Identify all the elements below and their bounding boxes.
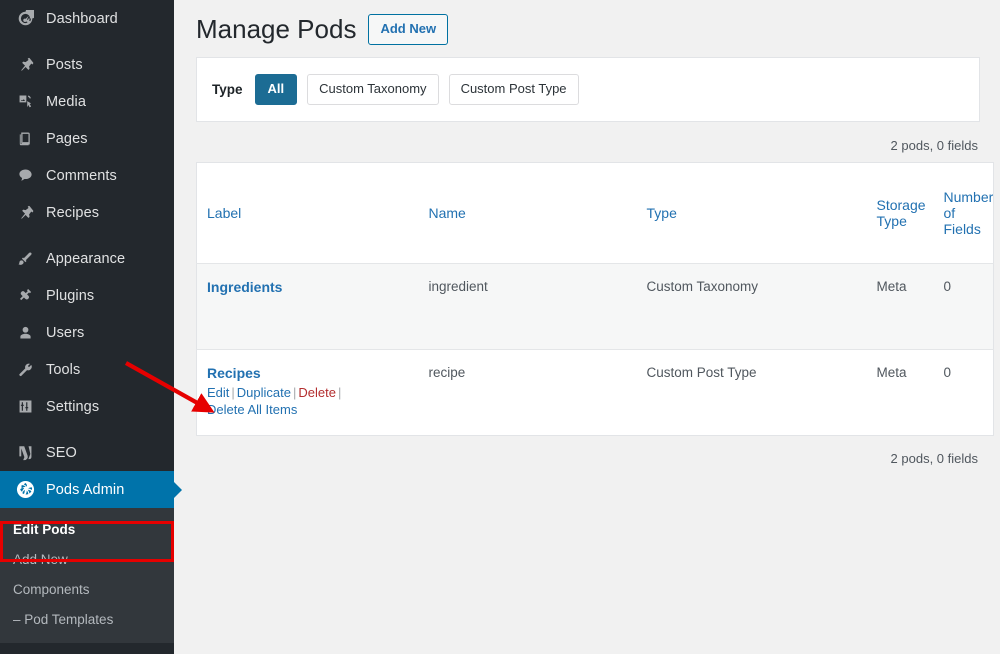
row-action-edit[interactable]: Edit <box>207 385 229 400</box>
sidebar-item-dashboard[interactable]: Dashboard <box>0 0 174 37</box>
type-filter-custom-post-type[interactable]: Custom Post Type <box>448 74 579 106</box>
column-header-number-of-fields[interactable]: Number of Fields <box>933 162 994 265</box>
cell-storage-type: Meta <box>876 365 907 381</box>
sidebar-item-label: Dashboard <box>46 10 118 27</box>
main-content: Manage Pods Add New Type All Custom Taxon… <box>174 0 1000 654</box>
cell-label: Ingredients <box>196 263 419 351</box>
dashboard-icon <box>13 9 37 29</box>
pod-label-link[interactable]: Ingredients <box>207 279 409 295</box>
type-filter-bar: Type All Custom Taxonomy Custom Post Type <box>196 57 980 123</box>
pods-count-bottom: 2 pods, 0 fields <box>890 451 978 467</box>
sidebar-item-label: Pages <box>46 130 88 147</box>
sidebar-item-label: Settings <box>46 398 100 415</box>
sidebar-item-settings[interactable]: Settings <box>0 388 174 425</box>
pod-label-link[interactable]: Recipes <box>207 365 409 381</box>
cell-number-of-fields: 0 <box>933 263 994 351</box>
menu-separator <box>0 37 174 46</box>
sidebar-item-tools[interactable]: Tools <box>0 351 174 388</box>
submenu-item-components[interactable]: Components <box>0 575 174 605</box>
pin-icon <box>13 55 37 75</box>
column-header-name[interactable]: Name <box>418 162 637 265</box>
user-icon <box>13 323 37 343</box>
type-filter-all[interactable]: All <box>254 74 298 106</box>
pin-icon <box>13 203 37 223</box>
cell-type: Custom Post Type <box>646 365 757 381</box>
sidebar-item-label: Plugins <box>46 287 95 304</box>
pods-table: Label Name Type Storage Type Number of F… <box>196 162 994 437</box>
cell-label: Recipes Edit | Duplicate | Delete | Delete All … <box>197 350 419 436</box>
sidebar-item-label: Media <box>46 93 86 110</box>
admin-sidebar: Dashboard Posts Media Pages Comments Recipes A… <box>0 0 182 654</box>
sidebar-item-label: Posts <box>46 56 83 73</box>
sidebar-item-plugins[interactable]: Plugins <box>0 277 174 314</box>
row-action-duplicate[interactable]: Duplicate <box>237 385 291 400</box>
cell-number-of-fields: 0 <box>943 365 952 381</box>
pods-logo-icon <box>13 480 37 500</box>
cell-name: ingredient <box>418 263 637 351</box>
sidebar-item-label: Recipes <box>46 204 100 221</box>
table-row: Recipes Edit | Duplicate | Delete | Delete All … <box>197 350 994 436</box>
column-header-type[interactable]: Type <box>636 162 867 265</box>
action-separator: | <box>231 385 235 401</box>
submenu-item-edit-pods[interactable]: Edit Pods <box>0 515 174 545</box>
sidebar-item-media[interactable]: Media <box>0 83 174 120</box>
comment-icon <box>13 166 37 186</box>
sidebar-item-label: Appearance <box>46 250 126 267</box>
column-header-storage-type[interactable]: Storage Type <box>866 162 934 265</box>
type-filter-label: Type <box>212 82 243 98</box>
sidebar-item-pods-admin[interactable]: Pods Admin <box>0 471 182 508</box>
sidebar-item-label: Users <box>46 324 85 341</box>
add-new-button[interactable]: Add New <box>368 13 449 46</box>
menu-separator <box>0 425 174 434</box>
pods-admin-submenu: Edit Pods Add New Components – Pod Template… <box>0 508 174 643</box>
cell-type: Custom Taxonomy <box>636 263 867 351</box>
row-action-delete-all-items[interactable]: Delete All Items <box>207 402 297 417</box>
plugin-icon <box>13 286 37 306</box>
media-icon <box>13 92 37 112</box>
cell-storage-type: Meta <box>866 263 934 351</box>
sidebar-item-label: Comments <box>46 167 117 184</box>
cell-name: recipe <box>428 365 466 381</box>
sidebar-item-recipes[interactable]: Recipes <box>0 194 174 231</box>
submenu-item-add-new[interactable]: Add New <box>0 545 174 575</box>
wrench-icon <box>13 360 37 380</box>
row-action-delete[interactable]: Delete <box>298 385 336 400</box>
sidebar-item-label: Pods Admin <box>46 481 125 498</box>
sidebar-item-label: Tools <box>46 361 81 378</box>
sidebar-item-comments[interactable]: Comments <box>0 157 174 194</box>
yoast-icon <box>13 443 37 463</box>
sidebar-item-posts[interactable]: Posts <box>0 46 174 83</box>
sidebar-item-label: SEO <box>46 444 77 461</box>
page-title: Manage Pods <box>196 13 357 44</box>
page-header: Manage Pods Add New <box>196 0 980 48</box>
sidebar-item-pages[interactable]: Pages <box>0 120 174 157</box>
brush-icon <box>13 249 37 269</box>
table-header-row: Label Name Type Storage Type Number of F… <box>196 162 994 265</box>
sliders-icon <box>13 397 37 417</box>
menu-separator <box>0 231 174 240</box>
sidebar-item-users[interactable]: Users <box>0 314 174 351</box>
submenu-item-pod-templates[interactable]: – Pod Templates <box>0 605 174 635</box>
table-row: Ingredients ingredient Custom Taxonomy Meta… <box>196 263 994 351</box>
sidebar-item-appearance[interactable]: Appearance <box>0 240 174 277</box>
action-separator: | <box>337 385 342 401</box>
column-header-label[interactable]: Label <box>196 162 419 265</box>
pods-count-top: 2 pods, 0 fields <box>890 138 978 154</box>
row-actions: Edit | Duplicate | Delete | Delete All Items <box>207 382 409 418</box>
pages-icon <box>13 129 37 149</box>
sidebar-item-seo[interactable]: SEO <box>0 434 174 471</box>
type-filter-custom-taxonomy[interactable]: Custom Taxonomy <box>307 74 439 106</box>
